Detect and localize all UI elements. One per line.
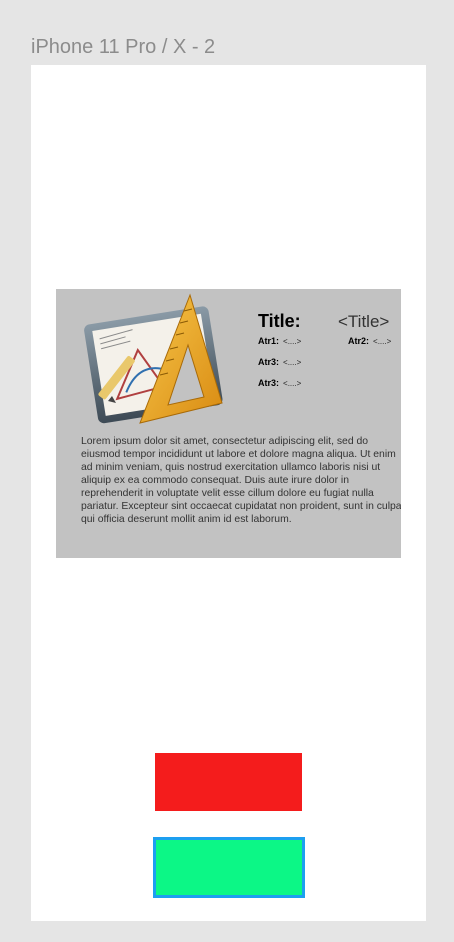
attr-4-value: <....>	[283, 379, 302, 388]
attr-2-label: Atr2:	[348, 336, 370, 346]
attr-2: Atr2: <....>	[348, 336, 391, 346]
drawing-app-icon	[84, 293, 223, 424]
frame-label: iPhone 11 Pro / X - 2	[31, 36, 216, 58]
green-button[interactable]	[153, 837, 305, 898]
attr-2-value: <....>	[373, 337, 392, 346]
title-value: <Title>	[338, 312, 390, 331]
item-card[interactable]: Title: <Title> Atr1: <....> Atr2: <....> A…	[56, 289, 401, 558]
card-description: Lorem ipsum dolor sit amet, consectetur …	[81, 436, 401, 525]
attr-4: Atr3: <....>	[258, 378, 301, 388]
artboard: Title: <Title> Atr1: <....> Atr2: <....> A…	[31, 65, 426, 921]
attr-4-label: Atr3:	[258, 378, 280, 388]
title-label: Title:	[258, 311, 301, 331]
attr-3-label: Atr3:	[258, 357, 280, 367]
attr-1-value: <....>	[283, 337, 302, 346]
red-button[interactable]	[155, 753, 302, 811]
attr-1: Atr1: <....>	[258, 336, 301, 346]
attr-3-value: <....>	[283, 358, 302, 367]
attr-1-label: Atr1:	[258, 336, 280, 346]
attr-3: Atr3: <....>	[258, 357, 301, 367]
